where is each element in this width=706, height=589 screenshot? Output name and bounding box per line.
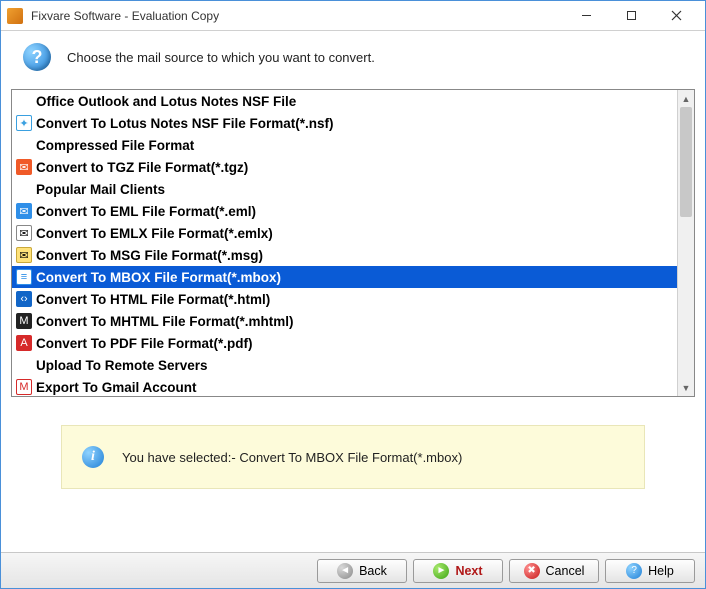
mbox-icon: ≡ [16, 269, 32, 285]
next-button[interactable]: ► Next [413, 559, 503, 583]
scroll-thumb[interactable] [680, 107, 692, 217]
list-row-label: Convert To MSG File Format(*.msg) [36, 248, 263, 263]
next-button-label: Next [455, 564, 482, 578]
list-category: Popular Mail Clients [12, 178, 677, 200]
blank-icon [16, 357, 32, 373]
help-icon: ? [626, 563, 642, 579]
format-list[interactable]: Office Outlook and Lotus Notes NSF File ✦… [12, 90, 677, 396]
instruction-header: ? Choose the mail source to which you wa… [1, 31, 705, 89]
help-button[interactable]: ? Help [605, 559, 695, 583]
cancel-icon: ✖ [524, 563, 540, 579]
back-button[interactable]: ◄ Back [317, 559, 407, 583]
list-row-label: Upload To Remote Servers [36, 358, 208, 373]
list-row-label: Convert To HTML File Format(*.html) [36, 292, 270, 307]
list-row-label: Export To Gmail Account [36, 380, 197, 395]
list-row-label: Convert to TGZ File Format(*.tgz) [36, 160, 248, 175]
list-category: Office Outlook and Lotus Notes NSF File [12, 90, 677, 112]
list-row-label: Popular Mail Clients [36, 182, 165, 197]
app-icon [7, 8, 23, 24]
instruction-text: Choose the mail source to which you want… [67, 50, 375, 65]
titlebar: Fixvare Software - Evaluation Copy [1, 1, 705, 31]
help-button-label: Help [648, 564, 674, 578]
list-item[interactable]: ✉ Convert to TGZ File Format(*.tgz) [12, 156, 677, 178]
list-row-label: Convert To MBOX File Format(*.mbox) [36, 270, 281, 285]
list-row-label: Office Outlook and Lotus Notes NSF File [36, 94, 296, 109]
list-item[interactable]: M Convert To MHTML File Format(*.mhtml) [12, 310, 677, 332]
blank-icon [16, 93, 32, 109]
list-category: Compressed File Format [12, 134, 677, 156]
emlx-icon: ✉ [16, 225, 32, 241]
list-item[interactable]: ✉ Convert To EML File Format(*.eml) [12, 200, 677, 222]
blank-icon [16, 181, 32, 197]
close-button[interactable] [654, 2, 699, 30]
list-row-label: Convert To PDF File Format(*.pdf) [36, 336, 253, 351]
msg-icon: ✉ [16, 247, 32, 263]
minimize-button[interactable] [564, 2, 609, 30]
maximize-button[interactable] [609, 2, 654, 30]
scroll-down-button[interactable]: ▼ [678, 379, 694, 396]
format-list-container: Office Outlook and Lotus Notes NSF File ✦… [11, 89, 695, 397]
list-item[interactable]: A Convert To PDF File Format(*.pdf) [12, 332, 677, 354]
list-item[interactable]: ✦ Convert To Lotus Notes NSF File Format(… [12, 112, 677, 134]
list-category: Upload To Remote Servers [12, 354, 677, 376]
list-row-label: Convert To EML File Format(*.eml) [36, 204, 256, 219]
eml-icon: ✉ [16, 203, 32, 219]
window-title: Fixvare Software - Evaluation Copy [31, 9, 564, 23]
list-item[interactable]: ✉ Convert To EMLX File Format(*.emlx) [12, 222, 677, 244]
list-row-label: Compressed File Format [36, 138, 194, 153]
cancel-button-label: Cancel [546, 564, 585, 578]
blank-icon [16, 137, 32, 153]
pdf-icon: A [16, 335, 32, 351]
scroll-up-button[interactable]: ▲ [678, 90, 694, 107]
gmail-icon: M [16, 379, 32, 395]
nsf-icon: ✦ [16, 115, 32, 131]
selection-info-text: You have selected:- Convert To MBOX File… [122, 450, 462, 465]
selection-info-box: i You have selected:- Convert To MBOX Fi… [61, 425, 645, 489]
back-arrow-icon: ◄ [337, 563, 353, 579]
list-item[interactable]: ≡ Convert To MBOX File Format(*.mbox) [12, 266, 677, 288]
cancel-button[interactable]: ✖ Cancel [509, 559, 599, 583]
question-icon: ? [23, 43, 51, 71]
back-button-label: Back [359, 564, 387, 578]
footer-bar: ◄ Back ► Next ✖ Cancel ? Help [1, 552, 705, 588]
list-item[interactable]: M Export To Gmail Account [12, 376, 677, 396]
list-item[interactable]: ✉ Convert To MSG File Format(*.msg) [12, 244, 677, 266]
mhtml-icon: M [16, 313, 32, 329]
html-icon: ‹› [16, 291, 32, 307]
scrollbar[interactable]: ▲ ▼ [677, 90, 694, 396]
info-icon: i [82, 446, 104, 468]
list-item[interactable]: ‹› Convert To HTML File Format(*.html) [12, 288, 677, 310]
list-row-label: Convert To MHTML File Format(*.mhtml) [36, 314, 294, 329]
next-arrow-icon: ► [433, 563, 449, 579]
list-row-label: Convert To EMLX File Format(*.emlx) [36, 226, 273, 241]
tgz-icon: ✉ [16, 159, 32, 175]
list-row-label: Convert To Lotus Notes NSF File Format(*… [36, 116, 334, 131]
